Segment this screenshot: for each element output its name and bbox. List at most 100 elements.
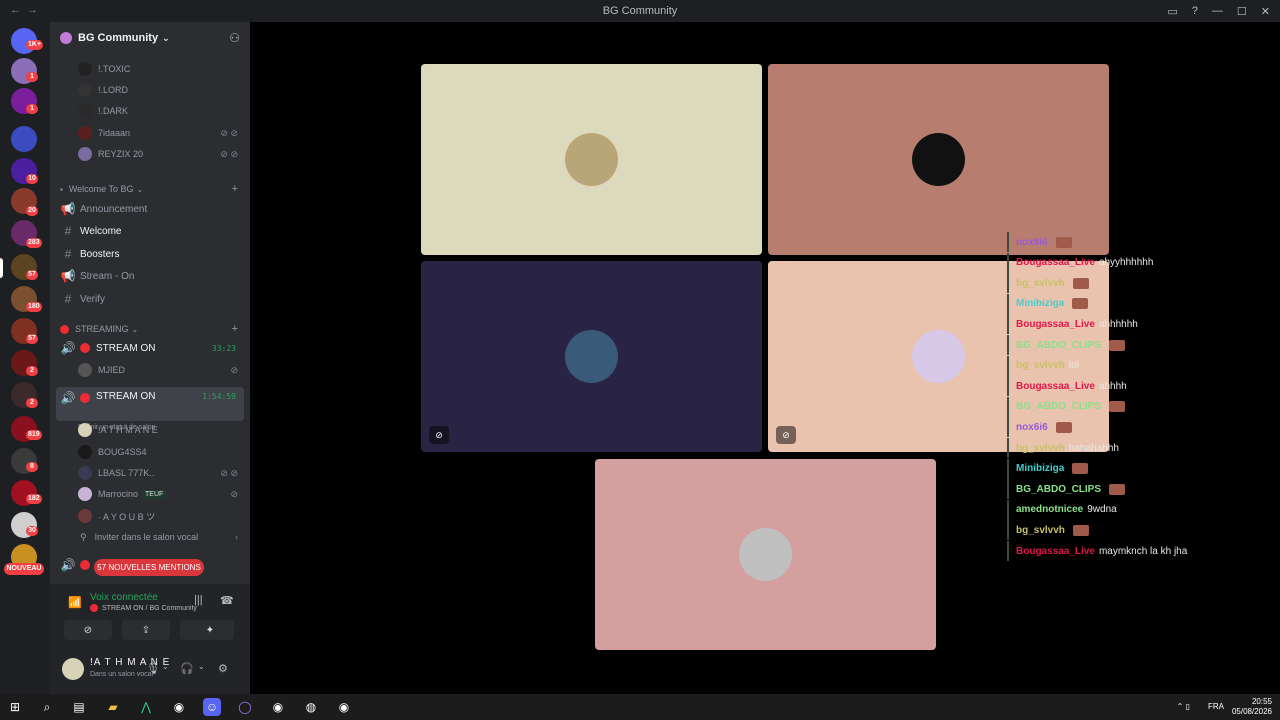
headphones-icon[interactable]: 🎧 <box>180 662 194 675</box>
role-tag: TEUF <box>142 489 167 499</box>
guild-badge: 2 <box>26 366 38 376</box>
voice-member[interactable]: · A Y O U B ツ <box>50 506 250 526</box>
chat-line: Bougassaa_Live ahyyhhhhhh <box>1007 252 1153 273</box>
category-streaming[interactable]: STREAMING ⌄ + <box>50 321 250 337</box>
channel-stream-on[interactable]: 📢 Stream - On <box>56 265 244 287</box>
chat-nick: Minibiziga <box>1016 298 1065 310</box>
avatar <box>78 147 92 161</box>
hashtag-icon: # <box>64 292 72 306</box>
channel-label: Welcome <box>80 225 122 237</box>
voice-member[interactable]: !.LORD <box>50 80 250 100</box>
file-explorer-icon[interactable]: ▰ <box>104 698 122 716</box>
voice-member[interactable]: !.TOXIC <box>50 59 250 79</box>
discord-icon[interactable]: ☺ <box>203 698 221 716</box>
hashtag-icon: # <box>64 247 72 261</box>
participant-avatar <box>912 330 965 383</box>
start-windows-icon[interactable]: ⊞ <box>6 698 24 716</box>
signal-icon[interactable]: 📶 <box>68 596 82 609</box>
chat-nick: amednotnicee <box>1016 504 1084 516</box>
voice-member[interactable]: !.DARK <box>50 101 250 121</box>
voice-member[interactable]: LBASL 777K.. ⊘ ⊘ <box>50 463 250 483</box>
minimize-button[interactable]: — <box>1212 5 1223 17</box>
app-icon[interactable]: ◯ <box>236 698 254 716</box>
voice-channel-collapsed[interactable]: 🔊 <box>56 554 96 576</box>
chat-message: ahhhh <box>1098 380 1127 392</box>
voice-member[interactable]: !A T H M A N E <box>50 420 250 440</box>
guild-badge: 10 <box>26 174 38 184</box>
add-channel-icon[interactable]: + <box>232 323 238 335</box>
avatar <box>78 126 92 140</box>
chat-nick: Bougassaa_Live <box>1016 380 1095 392</box>
chat-line: Minibiziga <box>1007 458 1089 479</box>
microphone-icon[interactable]: 🎙 <box>146 662 160 675</box>
language-indicator[interactable]: FRA <box>1208 702 1224 711</box>
clock[interactable]: 20:55 05/08/2026 <box>1232 697 1272 717</box>
noise-suppression-icon[interactable]: ||| <box>194 594 203 606</box>
server-header[interactable]: BG Community ⌄ ⚇ <box>50 22 250 54</box>
chat-nick: bg_svlvvh <box>1016 524 1065 536</box>
inbox-icon[interactable]: ▭ <box>1167 5 1177 18</box>
channel-verify[interactable]: # Verify <box>56 288 244 310</box>
category-label: Welcome To BG <box>68 184 134 194</box>
chat-nick: Bougassaa_Live <box>1016 318 1095 330</box>
channel-announcement[interactable]: 📢 Announcement <box>56 198 244 220</box>
chat-line: bg_svlvvh lol <box>1007 355 1079 376</box>
chrome-icon[interactable]: ◉ <box>269 698 287 716</box>
voice-channel-stream-on-1[interactable]: 🔊 STREAM ON 33:23 <box>56 337 244 359</box>
muted-deafened-icon: ⊘ ⊘ <box>220 148 238 159</box>
voice-member[interactable]: MJIED ⊘ <box>50 360 250 380</box>
voice-status-title[interactable]: Voix connectée <box>90 592 158 603</box>
chrome-icon[interactable]: ◉ <box>170 698 188 716</box>
chat-nick: BG_ABDO_CLIPS <box>1016 401 1102 413</box>
avatar <box>78 445 92 459</box>
participant-tile[interactable]: ⊘ <box>421 261 762 452</box>
server-icon[interactable] <box>11 126 37 152</box>
search-icon[interactable]: ⌕ <box>38 698 56 716</box>
red-circle-icon <box>80 393 90 403</box>
task-view-icon[interactable]: ▤ <box>70 698 88 716</box>
voice-member[interactable]: Marrocino TEUF ⊘ <box>50 484 250 504</box>
camera-toggle-button[interactable]: ⊘ <box>64 620 112 640</box>
chat-message: maymknch la kh jha <box>1098 545 1188 557</box>
app-icon[interactable]: ◍ <box>302 698 320 716</box>
chrome-icon[interactable]: ◉ <box>335 698 353 716</box>
voice-member[interactable]: REYZIX 20 ⊘ ⊘ <box>50 144 250 164</box>
chevron-down-icon[interactable]: ⌄ <box>162 662 169 671</box>
app-icon[interactable]: ⋀ <box>137 698 155 716</box>
chat-nick: Bougassaa_Live <box>1016 545 1095 557</box>
close-button[interactable]: ✕ <box>1261 5 1270 18</box>
user-avatar[interactable] <box>62 658 84 680</box>
voice-member[interactable]: BOUG4SS4 <box>50 442 250 462</box>
channel-welcome[interactable]: # Welcome <box>56 220 244 242</box>
channel-boosters[interactable]: # Boosters <box>56 243 244 265</box>
help-icon[interactable]: ? <box>1192 5 1198 17</box>
chat-line: bg_svlvvh <box>1007 520 1089 541</box>
chat-line: nox6i6 <box>1007 417 1072 438</box>
chevron-down-icon[interactable]: ⌄ <box>198 662 205 671</box>
channel-label: Stream - On <box>80 270 135 282</box>
participant-tile[interactable] <box>595 459 936 650</box>
emote-icon <box>1055 236 1072 248</box>
maximize-button[interactable]: ☐ <box>1237 5 1247 18</box>
soundboard-button[interactable]: ✦ <box>186 620 234 640</box>
window-titlebar: ←→ BG Community ▭ ? — ☐ ✕ <box>0 0 1280 22</box>
voice-member[interactable]: 7idaaan ⊘ ⊘ <box>50 123 250 143</box>
settings-gear-icon[interactable]: ⚙ <box>218 662 228 675</box>
screen-share-button[interactable]: ⇪ <box>122 620 170 640</box>
category-welcome[interactable]: ▪ Welcome To BG ⌄ + <box>50 181 250 197</box>
chevron-right-icon: › <box>235 532 238 542</box>
voice-channel-stream-on-2[interactable]: 🔊 STREAM ON 1:54:59 <box>56 387 244 421</box>
add-channel-icon[interactable]: + <box>232 183 238 195</box>
new-mentions-pill[interactable]: 57 NOUVELLES MENTIONS <box>94 559 204 576</box>
add-member-icon[interactable]: ⚇ <box>229 31 240 45</box>
user-panel: !A T H M A N E Dans un salon vocal 🎙 ⌄ 🎧… <box>50 648 250 694</box>
new-unreads-badge[interactable]: NOUVEAU <box>4 563 44 575</box>
member-name: !A T H M A N E <box>98 425 158 435</box>
disconnect-icon[interactable]: ☎ <box>220 594 234 607</box>
emote-icon <box>1109 401 1126 413</box>
participant-tile[interactable] <box>768 64 1109 255</box>
member-name: 7idaaan <box>98 128 131 138</box>
tray-chevron-icon[interactable]: ⌃ ▯ <box>1177 702 1190 711</box>
participant-tile[interactable] <box>421 64 762 255</box>
invite-to-voice[interactable]: ⚲ Inviter dans le salon vocal › <box>50 527 250 547</box>
